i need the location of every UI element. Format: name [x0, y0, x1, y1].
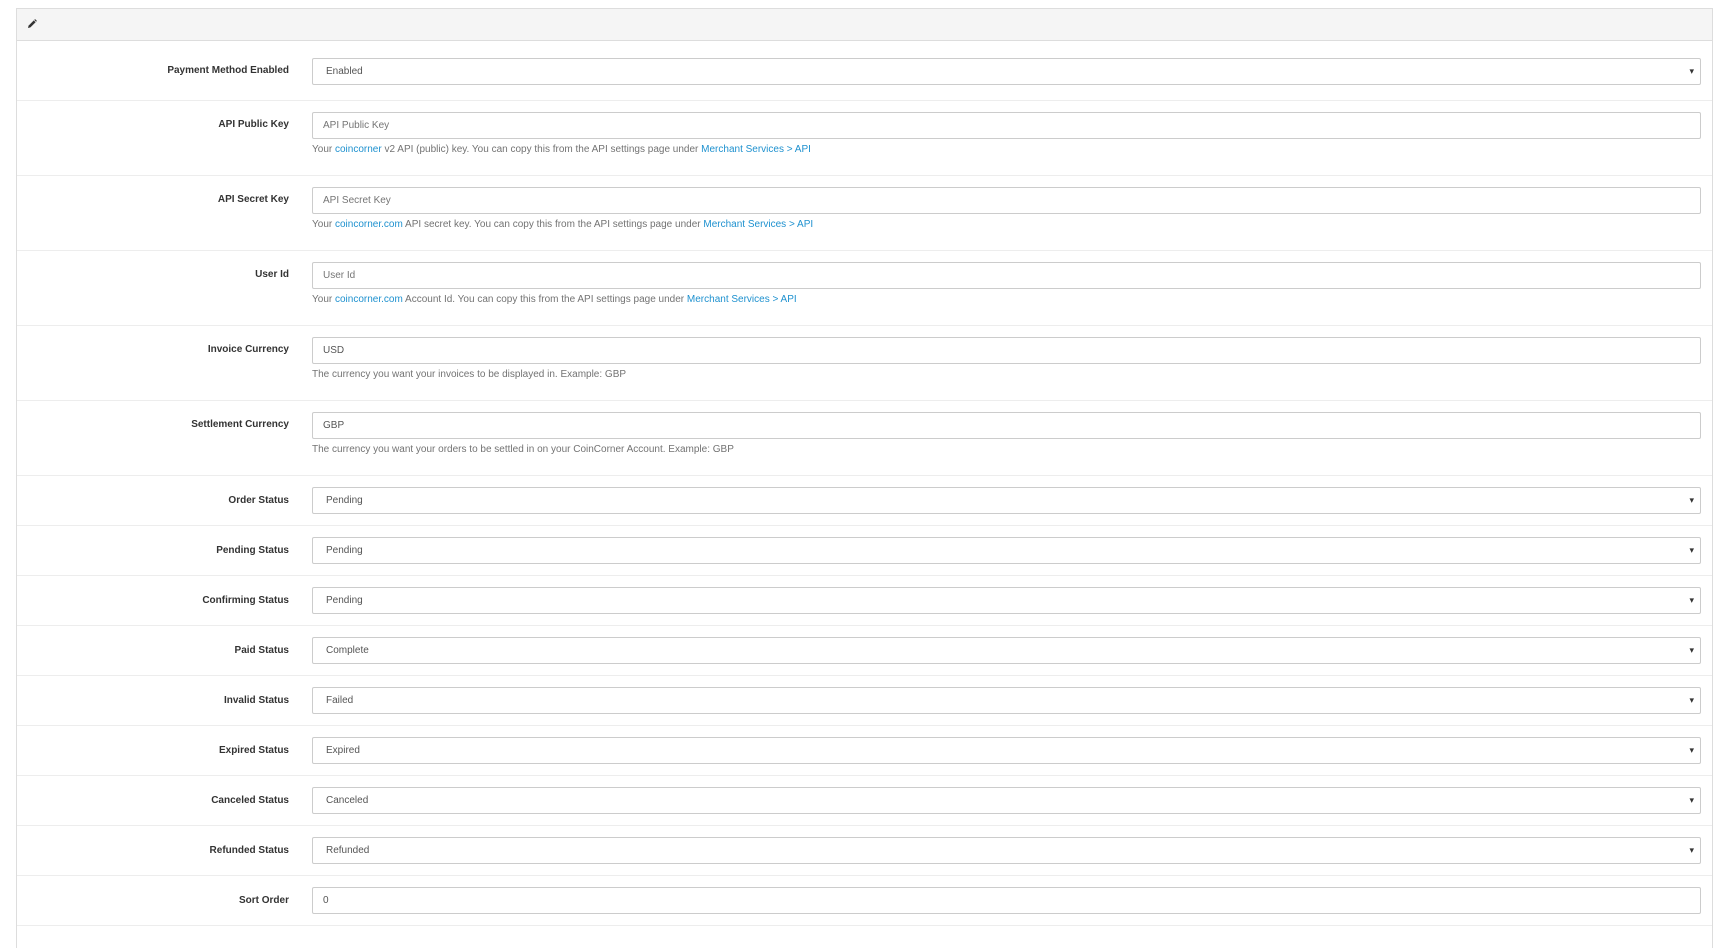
confirming-status-label: Confirming Status: [202, 595, 289, 606]
refunded-status-select[interactable]: Refunded ▾: [312, 837, 1701, 864]
canceled-status-select[interactable]: Canceled ▾: [312, 787, 1701, 814]
help-text: v2 API (public) key. You can copy this f…: [384, 144, 699, 155]
expired-status-row: Expired Status Expired ▾: [17, 726, 1712, 776]
pending-status-label: Pending Status: [216, 545, 289, 556]
confirming-status-select[interactable]: Pending ▾: [312, 587, 1701, 614]
canceled-status-value: Canceled: [326, 795, 369, 806]
panel-heading: [17, 9, 1712, 41]
help-text: Account Id. You can copy this from the A…: [405, 294, 685, 305]
caret-down-icon: ▾: [1689, 66, 1694, 76]
help-text: Your: [312, 294, 333, 305]
invoice-currency-value: USD: [323, 345, 345, 356]
merchant-services-api-link[interactable]: Merchant Services > API: [687, 294, 797, 305]
sort-order-row: Sort Order 0: [17, 876, 1712, 926]
api-public-key-row: API Public Key Your coincorner v2 API (p…: [17, 101, 1712, 176]
paid-status-label: Paid Status: [234, 645, 289, 656]
api-secret-key-label: API Secret Key: [217, 194, 289, 205]
api-secret-key-help: Your coincorner.com API secret key. You …: [312, 219, 813, 230]
pending-status-value: Pending: [326, 545, 363, 556]
refunded-status-row: Refunded Status Refunded ▾: [17, 826, 1712, 876]
settlement-currency-help: The currency you want your orders to be …: [312, 444, 734, 455]
pencil-icon: [28, 19, 37, 28]
caret-down-icon: ▾: [1689, 795, 1694, 805]
refunded-status-value: Refunded: [326, 845, 370, 856]
help-text: Your: [312, 219, 333, 230]
expired-status-select[interactable]: Expired ▾: [312, 737, 1701, 764]
invoice-currency-row: Invoice Currency USD The currency you wa…: [17, 326, 1712, 401]
caret-down-icon: ▾: [1689, 845, 1694, 855]
caret-down-icon: ▾: [1689, 595, 1694, 605]
expired-status-label: Expired Status: [218, 745, 289, 756]
invoice-currency-help: The currency you want your invoices to b…: [312, 369, 627, 380]
coincorner-link[interactable]: coincorner: [335, 144, 382, 155]
coincorner-com-link[interactable]: coincorner.com: [335, 219, 403, 230]
api-public-key-input[interactable]: [312, 112, 1701, 139]
api-secret-key-row: API Secret Key Your coincorner.com API s…: [17, 176, 1712, 251]
page-left-margin: [0, 0, 16, 936]
payment-method-enabled-label: Payment Method Enabled: [167, 65, 289, 76]
user-id-label: User Id: [255, 269, 289, 280]
settlement-currency-value: GBP: [323, 420, 345, 431]
merchant-services-api-link[interactable]: Merchant Services > API: [701, 144, 811, 155]
api-public-key-label: API Public Key: [218, 119, 289, 130]
pending-status-row: Pending Status Pending ▾: [17, 526, 1712, 576]
user-id-help: Your coincorner.com Account Id. You can …: [312, 294, 797, 305]
user-id-input[interactable]: [312, 262, 1701, 289]
expired-status-value: Expired: [326, 745, 360, 756]
invoice-currency-input[interactable]: USD: [312, 337, 1701, 364]
api-secret-key-input[interactable]: [312, 187, 1701, 214]
confirming-status-row: Confirming Status Pending ▾: [17, 576, 1712, 626]
confirming-status-value: Pending: [326, 595, 363, 606]
caret-down-icon: ▾: [1689, 545, 1694, 555]
order-status-value: Pending: [326, 495, 363, 506]
invalid-status-value: Failed: [326, 695, 354, 706]
coincorner-com-link[interactable]: coincorner.com: [335, 294, 403, 305]
paid-status-select[interactable]: Complete ▾: [312, 637, 1701, 664]
help-text: Your: [312, 144, 333, 155]
settlement-currency-row: Settlement Currency GBP The currency you…: [17, 401, 1712, 476]
refunded-status-label: Refunded Status: [209, 845, 289, 856]
api-public-key-help: Your coincorner v2 API (public) key. You…: [312, 144, 811, 155]
user-id-row: User Id Your coincorner.com Account Id. …: [17, 251, 1712, 326]
paid-status-row: Paid Status Complete ▾: [17, 626, 1712, 676]
merchant-services-api-link[interactable]: Merchant Services > API: [703, 219, 813, 230]
settings-panel: Payment Method Enabled Enabled ▾ API Pub…: [16, 8, 1713, 948]
order-status-label: Order Status: [228, 495, 289, 506]
caret-down-icon: ▾: [1689, 495, 1694, 505]
caret-down-icon: ▾: [1689, 645, 1694, 655]
invalid-status-row: Invalid Status Failed ▾: [17, 676, 1712, 726]
canceled-status-row: Canceled Status Canceled ▾: [17, 776, 1712, 826]
pending-status-select[interactable]: Pending ▾: [312, 537, 1701, 564]
sort-order-value: 0: [323, 895, 329, 906]
caret-down-icon: ▾: [1689, 745, 1694, 755]
payment-method-enabled-select[interactable]: Enabled ▾: [312, 58, 1701, 85]
payment-method-enabled-value: Enabled: [326, 66, 363, 77]
invalid-status-select[interactable]: Failed ▾: [312, 687, 1701, 714]
sort-order-input[interactable]: 0: [312, 887, 1701, 914]
order-status-select[interactable]: Pending ▾: [312, 487, 1701, 514]
invalid-status-label: Invalid Status: [223, 695, 289, 706]
paid-status-value: Complete: [326, 645, 369, 656]
canceled-status-label: Canceled Status: [211, 795, 289, 806]
help-text: API secret key. You can copy this from t…: [405, 219, 701, 230]
settlement-currency-input[interactable]: GBP: [312, 412, 1701, 439]
invoice-currency-label: Invoice Currency: [207, 344, 289, 355]
settlement-currency-label: Settlement Currency: [191, 419, 289, 430]
caret-down-icon: ▾: [1689, 695, 1694, 705]
order-status-row: Order Status Pending ▾: [17, 476, 1712, 526]
payment-method-enabled-row: Payment Method Enabled Enabled ▾: [17, 41, 1712, 101]
sort-order-label: Sort Order: [238, 895, 289, 906]
